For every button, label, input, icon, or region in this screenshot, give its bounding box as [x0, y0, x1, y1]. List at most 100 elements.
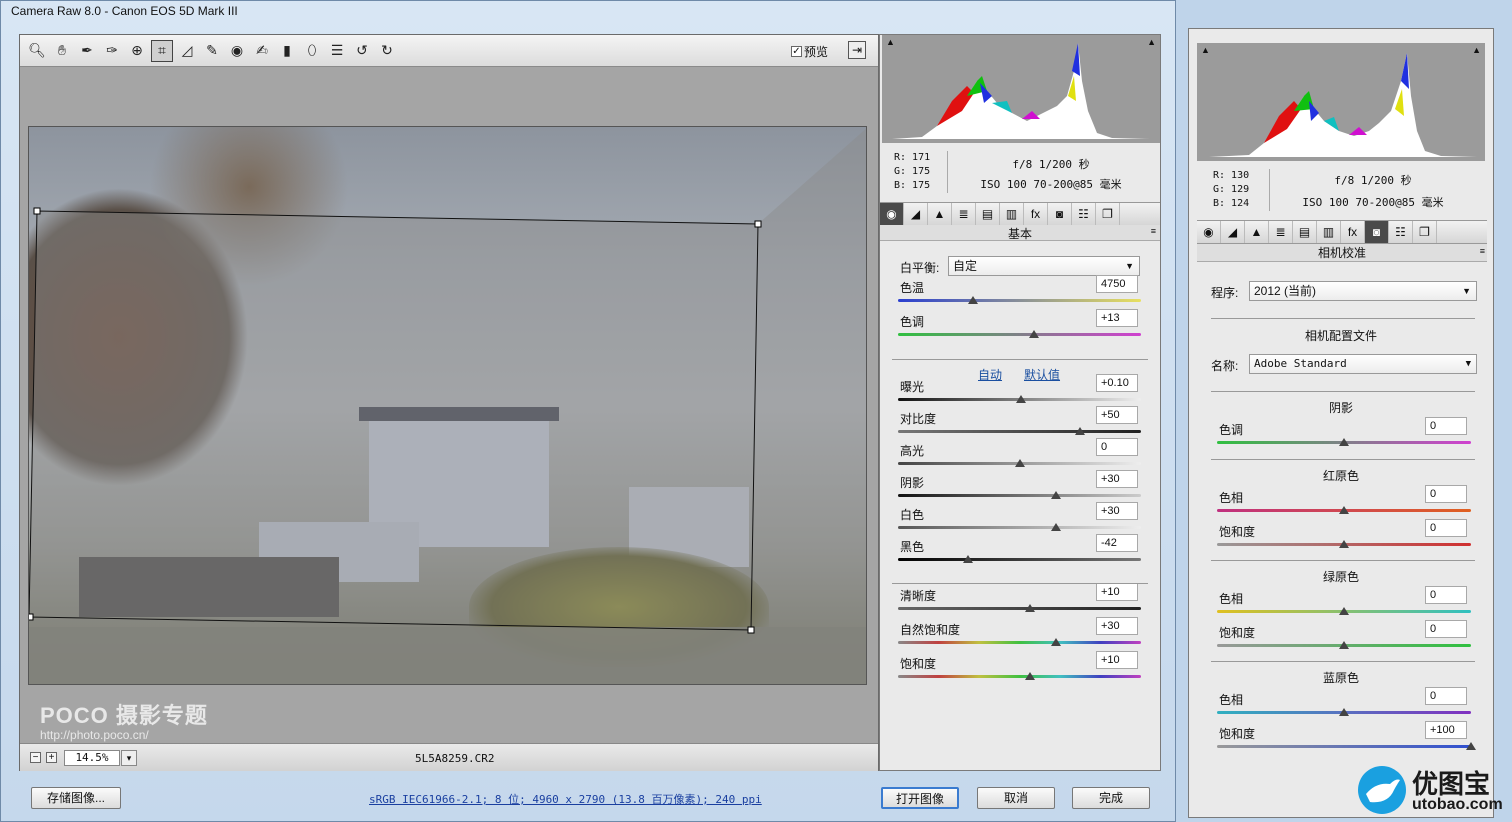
slider-value-field[interactable]: +13: [1096, 309, 1138, 327]
preview-toggle[interactable]: ✓ 预览: [790, 43, 828, 60]
radial-filter-icon[interactable]: ⬯: [301, 40, 323, 62]
slider-thumb[interactable]: [968, 296, 979, 304]
white-balance-tool-icon[interactable]: ✒: [76, 40, 98, 62]
color-sampler-tool-icon[interactable]: ✑: [101, 40, 123, 62]
panel-menu-icon[interactable]: ≡: [1480, 246, 1485, 256]
photo-preview[interactable]: [28, 126, 867, 685]
tab-presets-icon[interactable]: ☷: [1389, 221, 1413, 243]
tab-detail-icon[interactable]: ▲: [928, 203, 952, 225]
tab-snapshots-icon[interactable]: ❐: [1096, 203, 1120, 225]
tab-camera-calibration-icon[interactable]: ◙: [1048, 203, 1072, 225]
slider-value-field[interactable]: 0: [1425, 519, 1467, 537]
adjustment-brush-icon[interactable]: ✍: [251, 40, 273, 62]
workflow-options-link[interactable]: sRGB IEC61966-2.1; 8 位; 4960 x 2790 (13.…: [369, 791, 762, 807]
slider-thumb[interactable]: [1050, 638, 1061, 646]
tab-snapshots-icon[interactable]: ❐: [1413, 221, 1437, 243]
save-image-button[interactable]: 存储图像...: [31, 787, 121, 809]
crop-tool-icon[interactable]: ⌗: [151, 39, 173, 62]
spot-removal-tool-icon[interactable]: ✎: [201, 40, 223, 62]
slider-thumb[interactable]: [1025, 604, 1036, 612]
slider-value-field[interactable]: -42: [1096, 534, 1138, 552]
tab-effects-icon[interactable]: fx: [1341, 221, 1365, 243]
slider-value-field[interactable]: 0: [1425, 687, 1467, 705]
rotate-right-icon[interactable]: ↻: [376, 40, 398, 62]
slider-thumb[interactable]: [1466, 742, 1476, 750]
target-adjust-tool-icon[interactable]: ⊕: [126, 40, 148, 62]
auto-link[interactable]: 自动: [978, 366, 1002, 383]
slider-value-field[interactable]: 0: [1425, 620, 1467, 638]
process-select[interactable]: 2012 (当前) ▼: [1249, 281, 1477, 301]
slider-thumb[interactable]: [1339, 641, 1349, 649]
slider-track[interactable]: [898, 333, 1141, 336]
slider-value-field[interactable]: 4750: [1096, 275, 1138, 293]
red-eye-tool-icon[interactable]: ◉: [226, 40, 248, 62]
preview-checkbox[interactable]: ✓: [790, 46, 802, 57]
slider-track[interactable]: [898, 607, 1141, 610]
tab-split-toning-icon[interactable]: ▤: [976, 203, 1000, 225]
profile-name-select[interactable]: Adobe Standard ▼: [1249, 354, 1477, 374]
tab-camera-calibration-icon[interactable]: ◙: [1365, 221, 1389, 243]
slider-track[interactable]: [898, 675, 1141, 678]
hand-tool-icon[interactable]: ✋︎: [51, 40, 73, 62]
slider-thumb[interactable]: [1339, 607, 1349, 615]
slider-thumb[interactable]: [1339, 506, 1349, 514]
slider-thumb[interactable]: [963, 555, 974, 563]
graduated-filter-icon[interactable]: ▮: [276, 40, 298, 62]
tab-tone-curve-icon[interactable]: ◢: [1221, 221, 1245, 243]
crop-rectangle[interactable]: [29, 127, 867, 685]
zoom-out-button[interactable]: −: [30, 752, 41, 763]
slider-thumb[interactable]: [1014, 459, 1025, 467]
slider-thumb[interactable]: [1339, 708, 1349, 716]
slider-value-field[interactable]: 0: [1425, 485, 1467, 503]
slider-thumb[interactable]: [1050, 523, 1061, 531]
slider-track[interactable]: [898, 558, 1141, 561]
slider-value-field[interactable]: 0: [1425, 586, 1467, 604]
slider-track[interactable]: [898, 299, 1141, 302]
slider-thumb[interactable]: [1029, 330, 1040, 338]
slider-value-field[interactable]: +30: [1096, 470, 1138, 488]
slider-thumb[interactable]: [1025, 672, 1036, 680]
slider-thumb[interactable]: [1050, 491, 1061, 499]
default-link[interactable]: 默认值: [1024, 366, 1060, 383]
slider-value-field[interactable]: +0.10: [1096, 374, 1138, 392]
tab-effects-icon[interactable]: fx: [1024, 203, 1048, 225]
tab-lens-icon[interactable]: ▥: [1317, 221, 1341, 243]
tab-basic-icon[interactable]: ◉: [880, 203, 904, 225]
slider-value-field[interactable]: 0: [1096, 438, 1138, 456]
slider-value-field[interactable]: +100: [1425, 721, 1467, 739]
open-image-button[interactable]: 打开图像: [881, 787, 959, 809]
slider-thumb[interactable]: [1075, 427, 1086, 435]
tab-hsl-icon[interactable]: ≣: [1269, 221, 1293, 243]
tab-hsl-icon[interactable]: ≣: [952, 203, 976, 225]
white-balance-select[interactable]: 自定 ▼: [948, 256, 1140, 276]
zoom-level[interactable]: 14.5%: [64, 750, 120, 766]
tab-tone-curve-icon[interactable]: ◢: [904, 203, 928, 225]
zoom-dropdown-icon[interactable]: ▾: [121, 750, 137, 766]
tab-presets-icon[interactable]: ☷: [1072, 203, 1096, 225]
tab-split-toning-icon[interactable]: ▤: [1293, 221, 1317, 243]
slider-value-field[interactable]: +10: [1096, 651, 1138, 669]
slider-thumb[interactable]: [1339, 540, 1349, 548]
done-button[interactable]: 完成: [1072, 787, 1150, 809]
rotate-left-icon[interactable]: ↺: [351, 40, 373, 62]
slider-track[interactable]: [898, 494, 1141, 497]
slider-thumb[interactable]: [1015, 395, 1026, 403]
tab-lens-icon[interactable]: ▥: [1000, 203, 1024, 225]
slider-track[interactable]: [898, 430, 1141, 433]
slider-value-field[interactable]: 0: [1425, 417, 1467, 435]
panel-menu-icon[interactable]: ≡: [1151, 226, 1156, 236]
slider-value-field[interactable]: +30: [1096, 617, 1138, 635]
preferences-icon[interactable]: ☰: [326, 40, 348, 62]
slider-value-field[interactable]: +50: [1096, 406, 1138, 424]
slider-value-field[interactable]: +30: [1096, 502, 1138, 520]
tab-detail-icon[interactable]: ▲: [1245, 221, 1269, 243]
zoom-tool-icon[interactable]: 🔍︎: [26, 40, 48, 62]
slider-track[interactable]: [898, 641, 1141, 644]
slider-track[interactable]: [898, 526, 1141, 529]
slider-thumb[interactable]: [1339, 438, 1349, 446]
slider-value-field[interactable]: +10: [1096, 583, 1138, 601]
fullscreen-icon[interactable]: ⇥: [848, 41, 866, 59]
cancel-button[interactable]: 取消: [977, 787, 1055, 809]
slider-track[interactable]: [1217, 745, 1471, 748]
straighten-tool-icon[interactable]: ◿: [176, 40, 198, 62]
